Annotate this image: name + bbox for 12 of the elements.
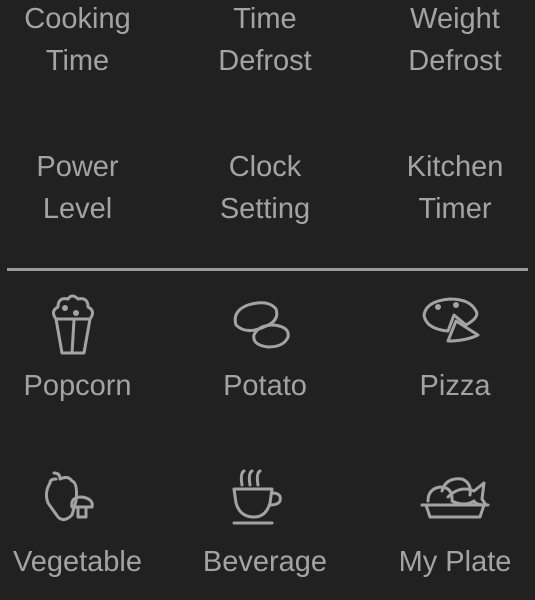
food-button[interactable]: Potato bbox=[223, 291, 307, 403]
setting-button[interactable]: Cooking Time bbox=[24, 0, 131, 82]
setting-button[interactable]: Clock Setting bbox=[220, 146, 310, 230]
setting-button[interactable]: Kitchen Timer bbox=[406, 146, 504, 230]
food-button[interactable]: My Plate bbox=[398, 467, 512, 579]
food-button[interactable]: Popcorn bbox=[23, 291, 132, 403]
food-button[interactable]: Pizza bbox=[418, 291, 492, 403]
setting-button[interactable]: Time Defrost bbox=[218, 0, 312, 82]
food-button[interactable]: Vegetable bbox=[12, 467, 142, 579]
setting-button[interactable]: Power Level bbox=[36, 146, 119, 230]
food-button[interactable]: Beverage bbox=[202, 467, 328, 579]
setting-button[interactable]: Weight Defrost bbox=[408, 0, 502, 82]
